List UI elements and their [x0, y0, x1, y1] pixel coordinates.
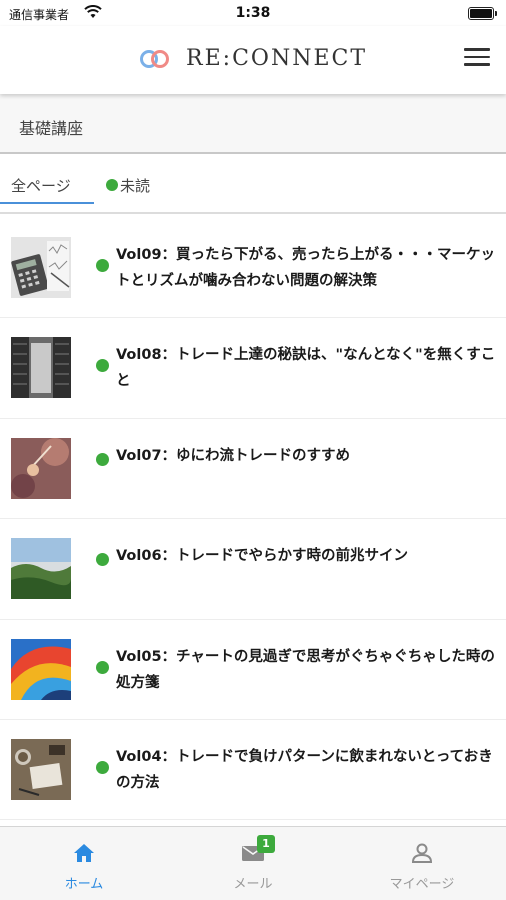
app-logo: RE:CONNECT [0, 46, 506, 71]
unread-dot-icon [96, 452, 109, 466]
article-title: Vol05：チャートの見過ぎで思考がぐちゃぐちゃした時の処方箋 [116, 648, 495, 691]
tab-home-label: ホーム [64, 877, 104, 892]
list-item[interactable]: Vol05：チャートの見過ぎで思考がぐちゃぐちゃした時の処方箋 [0, 619, 506, 720]
list-item[interactable]: Vol09：買ったら下がる、売ったら上がる・・・マーケットとリズムが噛み合わない… [0, 218, 506, 319]
article-list: Vol09：買ったら下がる、売ったら上がる・・・マーケットとリズムが噛み合わない… [0, 218, 506, 821]
logo-text: RE:CONNECT [186, 46, 368, 71]
list-item[interactable]: Vol06：トレードでやらかす時の前兆サイン [0, 519, 506, 620]
unread-dot-icon [96, 553, 109, 567]
tab-unread[interactable]: 未読 [102, 156, 182, 204]
article-title: Vol07：ゆにわ流トレードのすすめ [116, 447, 351, 464]
tab-mypage-label: マイページ [389, 877, 455, 892]
filter-tabs: 全ページ 未読 [0, 156, 506, 214]
article-thumbnail [11, 538, 71, 600]
home-icon [74, 844, 94, 862]
clock: 1:38 [235, 5, 271, 21]
status-bar: 通信事業者 1:38 [0, 0, 506, 26]
article-title: Vol09：買ったら下がる、売ったら上がる・・・マーケットとリズムが噛み合わない… [116, 247, 496, 289]
tab-home[interactable]: ホーム [0, 827, 168, 900]
tab-all-pages[interactable]: 全ページ [0, 156, 94, 204]
unread-dot-icon [106, 179, 118, 191]
unread-dot-icon [96, 259, 109, 272]
battery-icon [468, 7, 497, 20]
person-icon [411, 843, 433, 863]
article-thumbnail [11, 437, 71, 499]
article-title: Vol08：トレード上達の秘訣は、"なんとなく"を無くすこと [116, 347, 496, 390]
list-item[interactable]: Vol08：トレード上達の秘訣は、"なんとなく"を無くすこと [0, 318, 506, 419]
list-item[interactable]: Vol07：ゆにわ流トレードのすすめ [0, 418, 506, 520]
unread-dot-icon [96, 760, 109, 774]
article-thumbnail [11, 638, 71, 700]
article-thumbnail [11, 738, 71, 800]
tab-mail[interactable]: 1 メール [169, 827, 337, 900]
category-header: 基礎講座 [0, 94, 506, 154]
hamburger-menu-icon[interactable] [464, 48, 490, 70]
category-title: 基礎講座 [19, 119, 84, 138]
article-thumbnail [11, 237, 71, 298]
article-thumbnail [11, 337, 71, 399]
app-header: RE:CONNECT [0, 26, 506, 94]
tab-mypage[interactable]: マイページ [338, 827, 506, 900]
tab-all-pages-label: 全ページ [11, 177, 71, 195]
unread-dot-icon [96, 359, 109, 373]
logo-rings-icon [139, 49, 169, 68]
article-title: Vol04：トレードで負けパターンに飲まれないとっておきの方法 [116, 748, 493, 791]
tab-unread-label: 未読 [120, 177, 151, 195]
mail-unread-badge: 1 [257, 835, 275, 853]
article-title: Vol06：トレードでやらかす時の前兆サイン [116, 548, 409, 565]
list-item[interactable]: Vol04：トレードで負けパターンに飲まれないとっておきの方法 [0, 719, 506, 821]
bottom-tab-bar: ホーム 1 メール マイページ [0, 826, 506, 900]
unread-dot-icon [96, 660, 109, 674]
tab-mail-label: メール [233, 877, 273, 892]
